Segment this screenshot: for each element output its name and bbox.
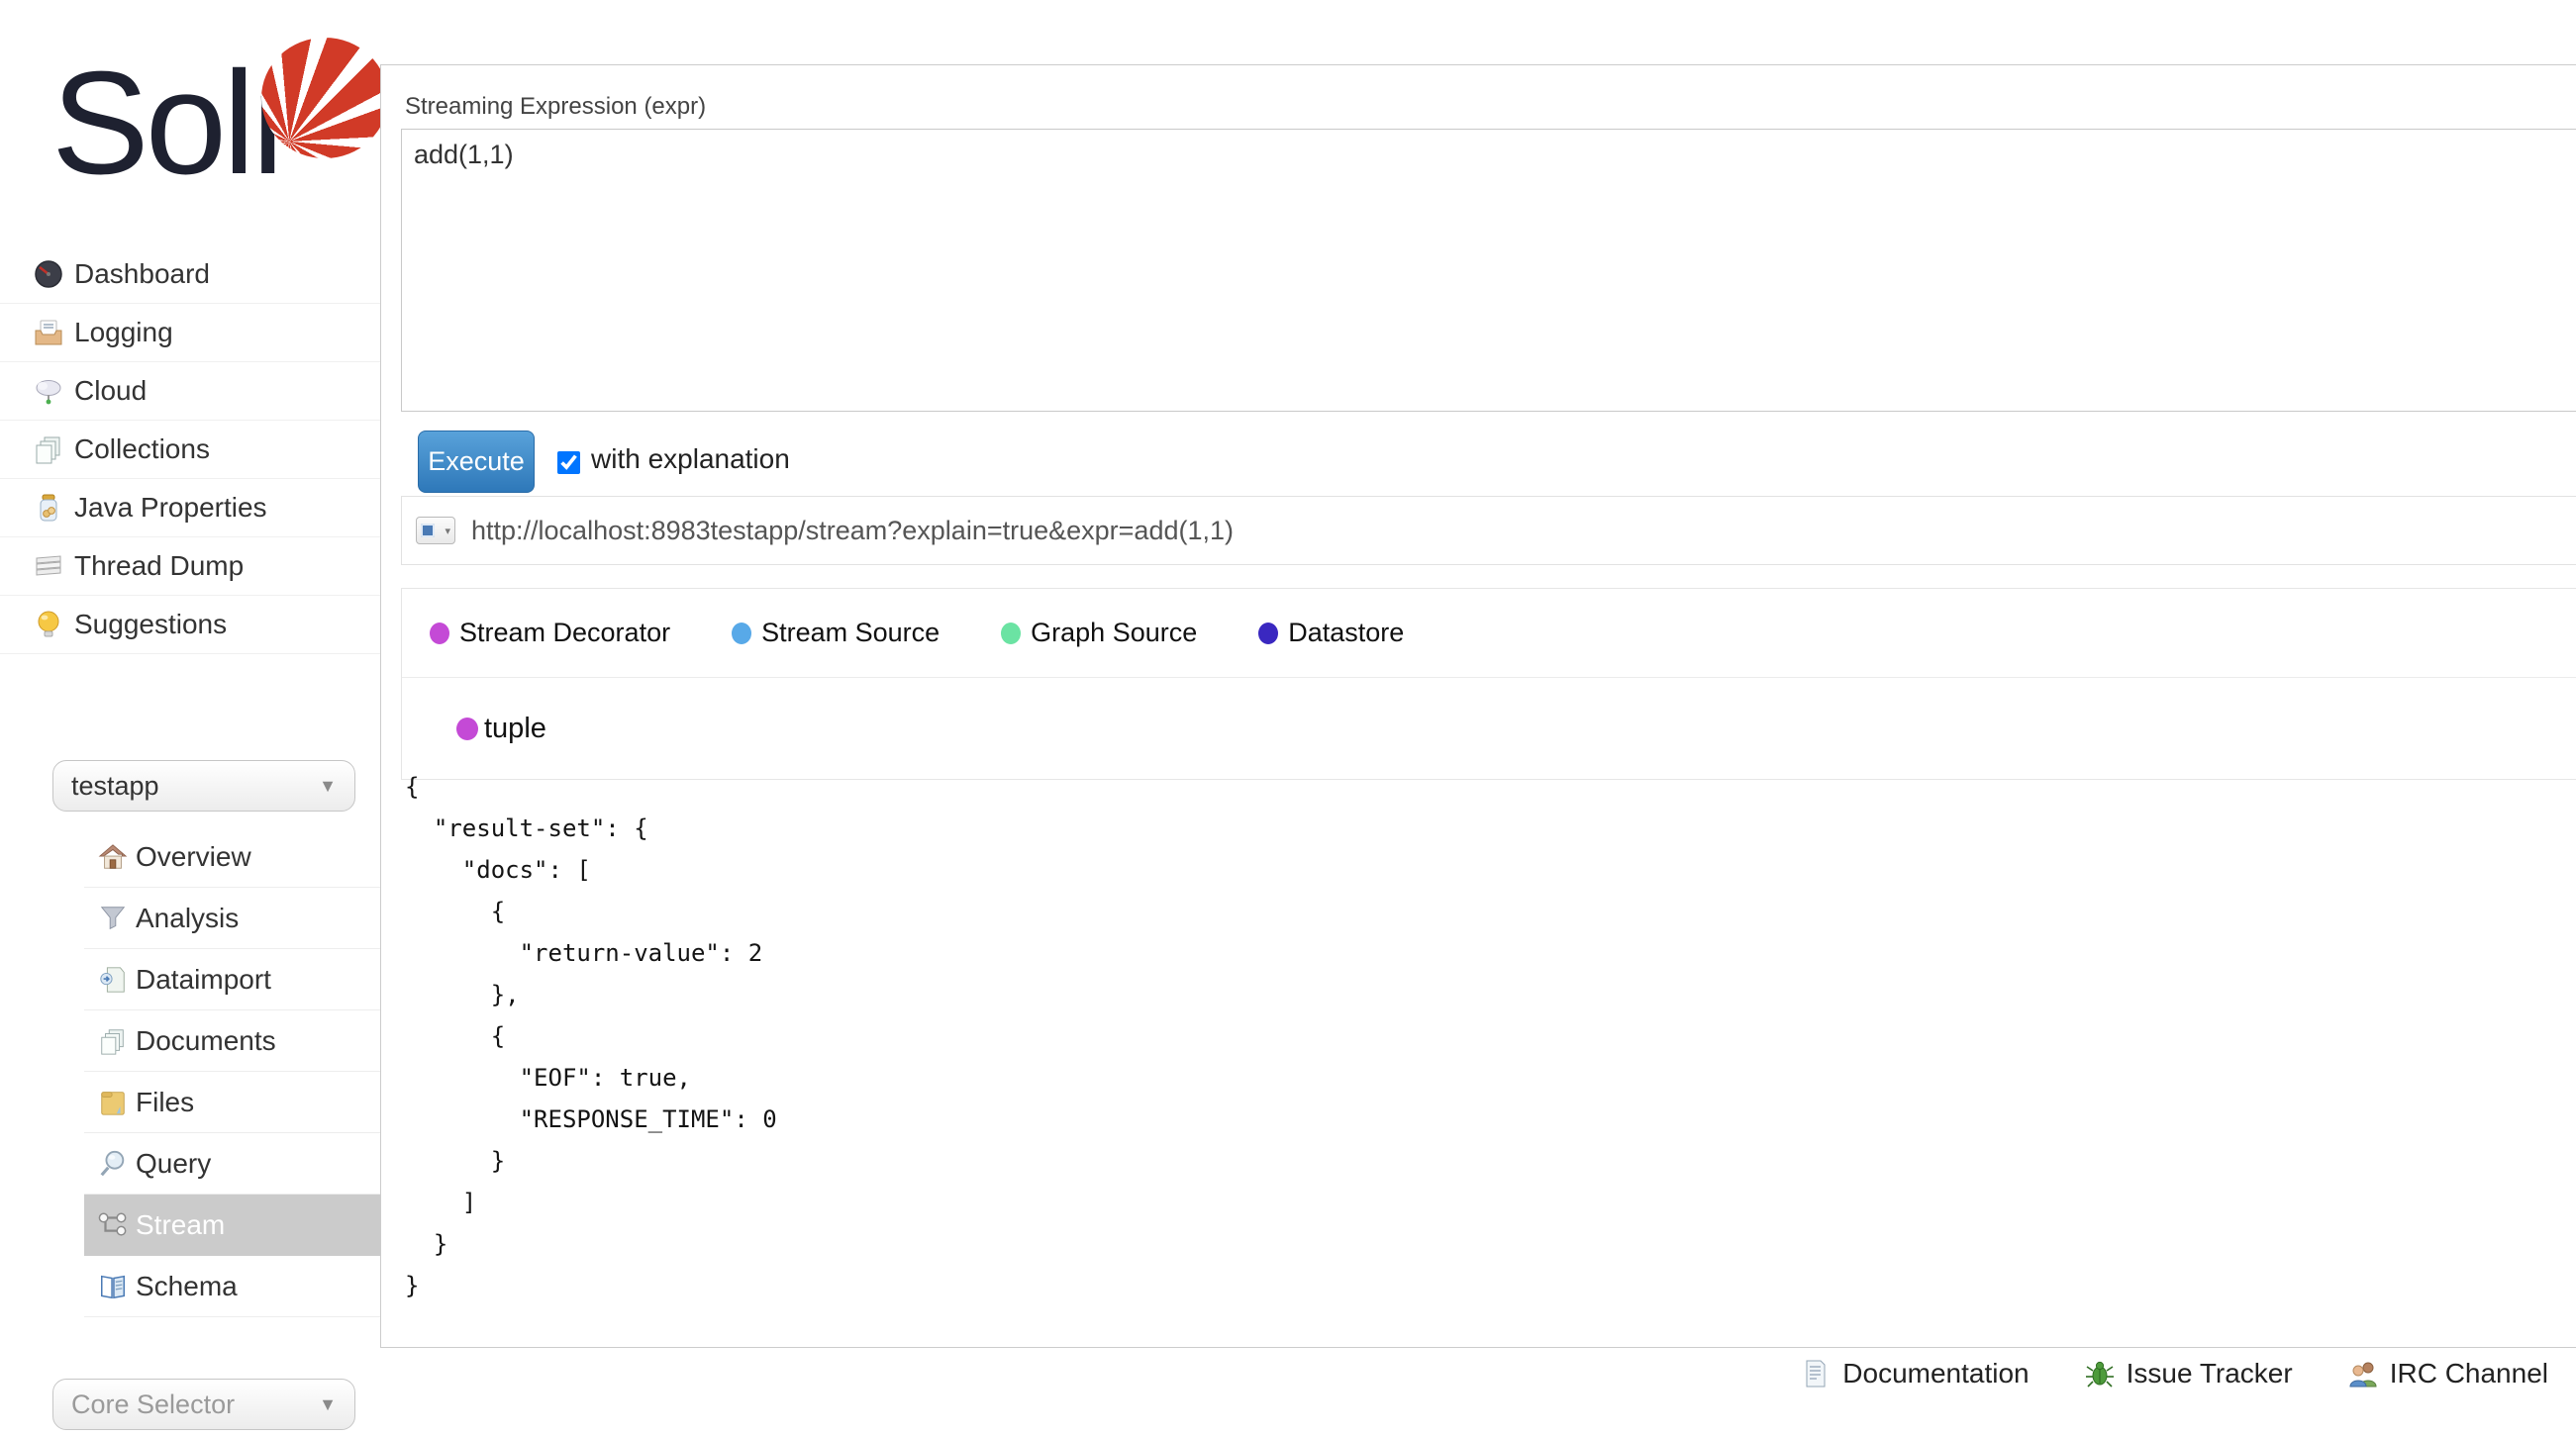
result-json-output: { "result-set": { "docs": [ { "return-va… (405, 766, 777, 1306)
solr-logo: Solr (51, 30, 368, 228)
legend-item-datastore: Datastore (1258, 618, 1404, 648)
sidebar-item-label: Logging (74, 317, 173, 348)
core-menu: Overview Analysis Dataimport (0, 826, 381, 1317)
stream-panel: Streaming Expression (expr) add(1,1) Exe… (380, 64, 2576, 1348)
chevron-down-icon: ▼ (319, 1394, 337, 1415)
footer-links: Documentation Issue Tracker (1801, 1358, 2548, 1389)
graph-legend: Stream Decorator Stream Source Graph Sou… (402, 589, 2576, 678)
solr-sunburst-icon (261, 38, 388, 158)
legend-item-stream-source: Stream Source (732, 618, 940, 648)
sidebar-item-suggestions[interactable]: Suggestions (0, 596, 381, 654)
footer-link-label: IRC Channel (2390, 1358, 2548, 1389)
dataimport-icon (98, 965, 128, 995)
cloud-icon (33, 375, 64, 407)
sidebar-item-logging[interactable]: Logging (0, 304, 381, 362)
legend-item-stream-decorator: Stream Decorator (430, 618, 670, 648)
sidebar-item-analysis[interactable]: Analysis (84, 888, 381, 949)
core-selector-placeholder: Core Selector (71, 1389, 319, 1420)
sidebar-item-label: Cloud (74, 375, 147, 407)
sidebar-item-label: Thread Dump (74, 550, 244, 582)
sidebar-item-cloud[interactable]: Cloud (0, 362, 381, 421)
sidebar-item-label: Analysis (136, 903, 239, 934)
magnifier-icon (98, 1149, 128, 1179)
core-selector-dropdown[interactable]: Core Selector ▼ (52, 1379, 355, 1430)
legend-label: Graph Source (1031, 618, 1197, 648)
page-icon (421, 524, 435, 537)
book-icon (98, 1272, 128, 1301)
sidebar: Solr Dashboard Logging (0, 0, 381, 1437)
chevron-down-icon: ▾ (445, 525, 450, 537)
thread-dump-icon (33, 550, 64, 582)
legend-dot-graph-source (1001, 623, 1021, 644)
sidebar-item-label: Java Properties (74, 492, 267, 524)
footer-link-irc-channel[interactable]: IRC Channel (2348, 1358, 2548, 1389)
footer-link-documentation[interactable]: Documentation (1801, 1358, 2029, 1389)
legend-dot-datastore (1258, 623, 1278, 644)
sidebar-item-schema[interactable]: Schema (84, 1256, 381, 1317)
footer-link-label: Documentation (1842, 1358, 2029, 1389)
sidebar-item-thread-dump[interactable]: Thread Dump (0, 537, 381, 596)
sidebar-item-stream[interactable]: Stream (84, 1195, 381, 1256)
request-url-bar: ▾ http://localhost:8983testapp/stream?ex… (401, 496, 2576, 565)
sidebar-item-dataimport[interactable]: Dataimport (84, 949, 381, 1010)
execute-button[interactable]: Execute (418, 431, 535, 493)
logging-tray-icon (33, 317, 64, 348)
sidebar-item-label: Schema (136, 1271, 238, 1302)
url-history-dropdown-icon[interactable]: ▾ (416, 517, 455, 544)
with-explanation-label[interactable]: with explanation (591, 443, 790, 475)
sidebar-item-java-properties[interactable]: Java Properties (0, 479, 381, 537)
legend-dot-stream-decorator (430, 623, 449, 644)
sidebar-item-query[interactable]: Query (84, 1133, 381, 1195)
jar-icon (33, 492, 64, 524)
bug-icon (2085, 1359, 2115, 1389)
people-icon (2348, 1359, 2378, 1389)
sidebar-item-label: Suggestions (74, 609, 227, 640)
main-menu: Dashboard Logging Cloud (0, 245, 381, 654)
legend-label: Stream Source (761, 618, 940, 648)
sidebar-item-label: Collections (74, 433, 210, 465)
documents-icon (98, 1026, 128, 1056)
sidebar-item-label: Overview (136, 841, 251, 873)
stream-graph-box: Stream Decorator Stream Source Graph Sou… (401, 588, 2576, 780)
sidebar-item-documents[interactable]: Documents (84, 1010, 381, 1072)
home-icon (98, 842, 128, 872)
folder-icon (98, 1088, 128, 1117)
legend-label: Datastore (1288, 618, 1404, 648)
sidebar-item-dashboard[interactable]: Dashboard (0, 245, 381, 304)
funnel-icon (98, 904, 128, 933)
request-url-link[interactable]: http://localhost:8983testapp/stream?expl… (471, 516, 1234, 546)
sidebar-item-label: Dataimport (136, 964, 271, 996)
expression-label: Streaming Expression (expr) (405, 93, 706, 121)
legend-item-graph-source: Graph Source (1001, 618, 1197, 648)
sidebar-item-label: Query (136, 1148, 211, 1180)
legend-dot-stream-source (732, 623, 751, 644)
sidebar-item-files[interactable]: Files (84, 1072, 381, 1133)
chevron-down-icon: ▼ (319, 776, 337, 797)
footer-link-label: Issue Tracker (2127, 1358, 2293, 1389)
solr-admin-app: Solr Dashboard Logging (0, 0, 2576, 1437)
core-dropdown[interactable]: testapp ▼ (52, 760, 355, 812)
core-dropdown-value: testapp (71, 771, 319, 802)
stream-graph-icon (98, 1210, 128, 1240)
expression-input[interactable]: add(1,1) (401, 129, 2576, 412)
node-dot-icon (456, 718, 478, 740)
legend-label: Stream Decorator (459, 618, 670, 648)
with-explanation-checkbox[interactable] (557, 451, 580, 474)
sidebar-item-overview[interactable]: Overview (84, 826, 381, 888)
collections-icon (33, 433, 64, 465)
gauge-icon (33, 258, 64, 290)
sidebar-item-collections[interactable]: Collections (0, 421, 381, 479)
graph-node-tuple: tuple (402, 678, 2576, 779)
sidebar-item-label: Dashboard (74, 258, 210, 290)
lightbulb-icon (33, 609, 64, 640)
document-icon (1801, 1359, 1831, 1389)
sidebar-item-label: Files (136, 1087, 194, 1118)
footer-link-issue-tracker[interactable]: Issue Tracker (2085, 1358, 2293, 1389)
sidebar-item-label: Stream (136, 1209, 225, 1241)
sidebar-item-label: Documents (136, 1025, 276, 1057)
node-label: tuple (484, 713, 546, 745)
